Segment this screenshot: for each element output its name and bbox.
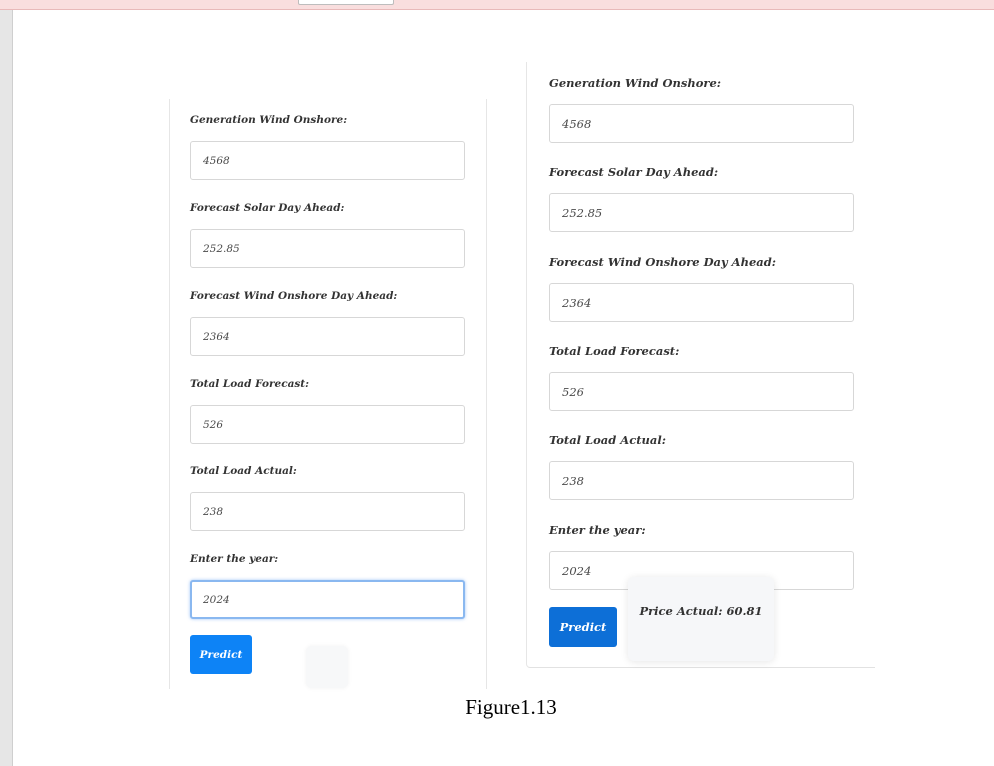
empty-result-card — [306, 646, 348, 688]
forecast-solar-day-ahead-label: Forecast Solar Day Ahead: — [549, 165, 719, 179]
left-form-panel: Generation Wind Onshore: 4568 Forecast S… — [169, 99, 487, 689]
toolbar-input[interactable] — [298, 0, 394, 5]
predict-button[interactable]: Predict — [190, 635, 252, 674]
total-load-forecast-label: Total Load Forecast: — [549, 344, 680, 358]
total-load-actual-input[interactable]: 238 — [549, 461, 854, 500]
document-top-bar — [0, 0, 994, 10]
total-load-forecast-input[interactable]: 526 — [549, 372, 854, 411]
forecast-wind-onshore-day-ahead-input[interactable]: 2364 — [190, 317, 465, 356]
predict-button[interactable]: Predict — [549, 607, 617, 647]
generation-wind-onshore-label: Generation Wind Onshore: — [190, 114, 348, 126]
generation-wind-onshore-input[interactable]: 4568 — [190, 141, 465, 180]
forecast-solar-day-ahead-label: Forecast Solar Day Ahead: — [190, 202, 345, 214]
total-load-actual-label: Total Load Actual: — [549, 433, 666, 447]
forecast-solar-day-ahead-input[interactable]: 252.85 — [549, 193, 854, 232]
forecast-wind-onshore-day-ahead-input[interactable]: 2364 — [549, 283, 854, 322]
forecast-solar-day-ahead-input[interactable]: 252.85 — [190, 229, 465, 268]
year-label: Enter the year: — [190, 553, 279, 565]
year-input[interactable]: 2024 — [190, 580, 465, 619]
generation-wind-onshore-label: Generation Wind Onshore: — [549, 76, 722, 90]
total-load-actual-label: Total Load Actual: — [190, 465, 297, 477]
total-load-forecast-label: Total Load Forecast: — [190, 378, 310, 390]
forecast-wind-onshore-day-ahead-label: Forecast Wind Onshore Day Ahead: — [549, 255, 777, 269]
document-left-gutter — [0, 10, 13, 766]
total-load-forecast-input[interactable]: 526 — [190, 405, 465, 444]
generation-wind-onshore-input[interactable]: 4568 — [549, 104, 854, 143]
prediction-result-card: Price Actual: 60.81 — [628, 577, 774, 661]
year-label: Enter the year: — [549, 523, 646, 537]
forecast-wind-onshore-day-ahead-label: Forecast Wind Onshore Day Ahead: — [190, 290, 398, 302]
figure-caption: Figure1.13 — [465, 695, 557, 719]
price-actual-result: Price Actual: 60.81 — [639, 604, 763, 618]
total-load-actual-input[interactable]: 238 — [190, 492, 465, 531]
